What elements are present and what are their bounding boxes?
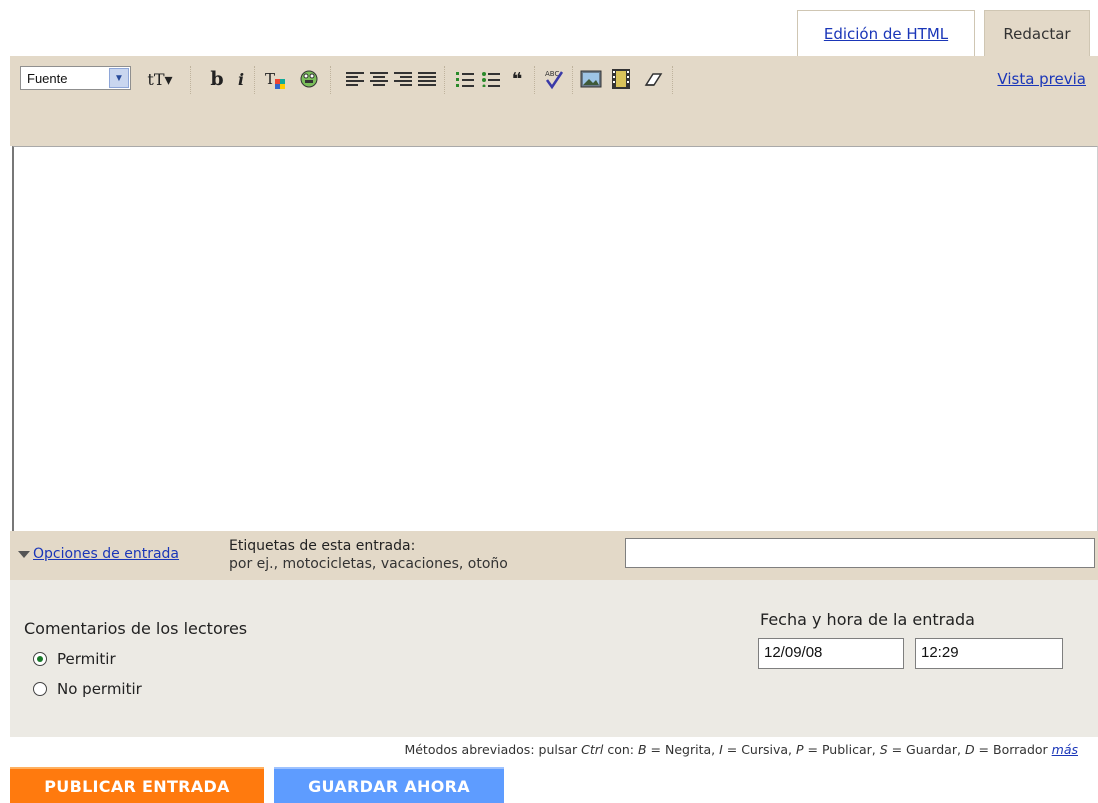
shortcuts-prefix: Métodos abreviados: pulsar [404, 742, 582, 757]
text-color-icon[interactable]: T [262, 66, 288, 92]
toolbar-separator [672, 66, 674, 94]
tab-html-edit-label[interactable]: Edición de HTML [824, 25, 948, 43]
toolbar-separator [534, 66, 536, 94]
shortcuts-b-key: B [637, 742, 647, 757]
toolbar-separator [572, 66, 574, 94]
toolbar-separator [444, 66, 446, 94]
post-time-field[interactable]: 12:29 [915, 638, 1063, 669]
comments-deny-option[interactable]: No permitir [33, 680, 142, 698]
save-now-button[interactable]: GUARDAR AHORA [274, 767, 504, 803]
numbered-list-icon[interactable] [452, 66, 478, 92]
svg-text:ABC: ABC [545, 70, 559, 78]
justify-icon[interactable] [414, 66, 440, 92]
video-icon[interactable] [608, 66, 634, 92]
shortcuts-d-text: = Borrador [974, 742, 1052, 757]
reader-comments-title: Comentarios de los lectores [24, 619, 248, 638]
comments-allow-option[interactable]: Permitir [33, 650, 116, 668]
radio-checked-icon[interactable] [33, 652, 47, 666]
shortcuts-p-key: P [795, 742, 804, 757]
post-date-field[interactable]: 12/09/08 [758, 638, 904, 669]
keyboard-shortcuts-hint: Métodos abreviados: pulsar Ctrl con: B =… [404, 742, 1078, 757]
font-select-value: Fuente [27, 71, 68, 86]
align-center-icon[interactable] [366, 66, 392, 92]
toolbar-separator [190, 66, 192, 94]
post-date-title: Fecha y hora de la entrada [760, 610, 975, 629]
align-right-icon[interactable] [390, 66, 416, 92]
publish-post-button[interactable]: PUBLICAR ENTRADA [10, 767, 264, 803]
italic-icon[interactable]: i [228, 66, 254, 92]
svg-text:T: T [265, 70, 275, 88]
bold-icon[interactable]: b [204, 66, 230, 92]
shortcuts-con: con: [603, 742, 638, 757]
tab-html-edit[interactable]: Edición de HTML [797, 10, 975, 56]
spellcheck-icon[interactable]: ABC [540, 66, 566, 92]
publish-post-label: PUBLICAR ENTRADA [44, 776, 230, 796]
shortcuts-d-key: D [964, 742, 975, 757]
save-now-label: GUARDAR AHORA [308, 776, 470, 796]
chevron-down-icon[interactable]: ▼ [109, 68, 129, 88]
font-select[interactable]: Fuente ▼ [20, 66, 131, 90]
preview-link[interactable]: Vista previa [997, 70, 1086, 88]
shortcuts-i-text: = Cursiva, [722, 742, 796, 757]
tab-compose-label: Redactar [1003, 24, 1071, 43]
post-options-link[interactable]: Opciones de entrada [18, 546, 179, 562]
post-options-label[interactable]: Opciones de entrada [33, 546, 179, 562]
labels-hint: por ej., motocicletas, vacaciones, otoño [229, 556, 508, 572]
text-size-icon[interactable]: tT▾ [140, 66, 180, 92]
toolbar-separator [330, 66, 332, 94]
eraser-icon[interactable] [640, 66, 666, 92]
shortcuts-b-text: = Negrita, [646, 742, 720, 757]
image-icon[interactable] [578, 66, 604, 92]
shortcuts-more-link[interactable]: más [1052, 742, 1078, 757]
radio-unchecked-icon[interactable] [33, 682, 47, 696]
post-body-editor[interactable] [12, 146, 1098, 531]
quote-icon[interactable]: ❝ [504, 66, 530, 92]
comments-deny-label: No permitir [57, 680, 142, 698]
shortcuts-s-text: = Guardar, [887, 742, 965, 757]
align-left-icon[interactable] [342, 66, 368, 92]
labels-input[interactable] [625, 538, 1095, 568]
comments-allow-label: Permitir [57, 650, 116, 668]
link-icon[interactable] [296, 66, 322, 92]
tab-compose[interactable]: Redactar [984, 10, 1090, 56]
toolbar-separator [254, 66, 256, 94]
bulleted-list-icon[interactable] [478, 66, 504, 92]
shortcuts-s-key: S [879, 742, 888, 757]
labels-title: Etiquetas de esta entrada: [229, 538, 416, 554]
shortcuts-p-text: = Publicar, [803, 742, 880, 757]
shortcuts-ctrl: Ctrl [581, 742, 604, 757]
triangle-down-icon [18, 550, 30, 558]
